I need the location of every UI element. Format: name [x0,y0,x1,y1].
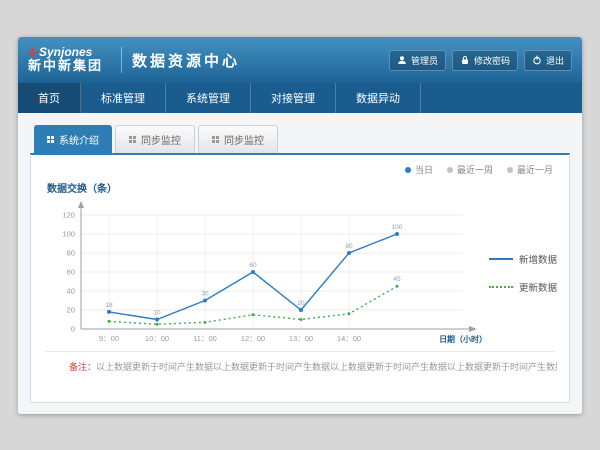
remark-text: 以上数据更新于时间产生数据以上数据更新于时间产生数据以上数据更新于时间产生数据以… [96,362,557,372]
tab-label: 系统介绍 [59,132,99,147]
tab-bar: 系统介绍 同步监控 同步监控 [30,125,570,153]
legend-item-new-data: 新增数据 [489,252,557,266]
filter-last-week[interactable]: 最近一周 [447,163,493,176]
svg-text:日期（小时）: 日期（小时） [439,334,487,344]
tab-sync-monitor-1[interactable]: 同步监控 [115,125,195,153]
logout-button[interactable]: 退出 [524,50,572,71]
svg-text:60: 60 [67,267,75,276]
svg-text:60: 60 [249,262,257,269]
remark-label: 备注： [69,362,96,372]
svg-text:12：00: 12：00 [241,334,265,343]
svg-text:9：00: 9：00 [99,334,119,343]
filter-label: 最近一月 [517,163,553,176]
svg-text:14：00: 14：00 [337,334,361,343]
legend-label: 更新数据 [519,280,557,294]
logo-chinese-text: 新中新集团 [28,59,103,74]
svg-text:20: 20 [67,305,75,314]
svg-text:40: 40 [67,286,75,295]
app-header: Synjones 新中新集团 数据资源中心 管理员 修改密码 [18,37,582,83]
main-nav: 首页 标准管理 系统管理 对接管理 数据异动 [18,83,582,113]
svg-text:45: 45 [393,276,401,283]
y-axis-title: 数据交换（条） [47,180,557,195]
svg-text:13：00: 13：00 [289,334,313,343]
solid-line-sample-icon [489,258,513,260]
app-window: Synjones 新中新集团 数据资源中心 管理员 修改密码 [18,37,582,414]
legend-label: 新增数据 [519,252,557,266]
filter-label: 最近一周 [457,163,493,176]
svg-text:18: 18 [105,302,113,309]
logout-button-label: 退出 [546,54,564,67]
nav-item-home[interactable]: 首页 [18,83,81,113]
logo: Synjones 新中新集团 [28,46,103,75]
filter-last-month[interactable]: 最近一月 [507,163,553,176]
page-title: 数据资源中心 [132,50,240,71]
line-chart: 0 20 40 60 80 100 120 9：00 10：00 11：00 12：00 13：00 1… [43,197,487,349]
filter-today[interactable]: 当日 [405,163,433,176]
svg-text:80: 80 [67,249,75,258]
grid-icon [129,136,136,143]
svg-text:20: 20 [297,300,305,307]
svg-text:120: 120 [62,211,74,220]
change-password-button[interactable]: 修改密码 [452,50,518,71]
remark-line: 备注：以上数据更新于时间产生数据以上数据更新于时间产生数据以上数据更新于时间产生… [43,352,557,373]
dotted-line-sample-icon [489,286,513,288]
grid-icon [47,136,54,143]
series-legend: 新增数据 更新数据 [489,252,557,294]
content-area: 系统介绍 同步监控 同步监控 当日 [18,113,582,414]
logo-english-text: Synjones [39,46,92,60]
logo-english: Synjones [28,46,103,60]
svg-text:10：00: 10：00 [145,334,169,343]
change-password-button-label: 修改密码 [474,54,510,67]
svg-text:30: 30 [201,290,209,297]
admin-button-label: 管理员 [411,54,438,67]
admin-button[interactable]: 管理员 [389,50,446,71]
svg-text:0: 0 [71,324,75,333]
logo-mark-icon [28,48,37,57]
header-divider [121,47,122,73]
user-icon [397,55,407,65]
chart-row: 0 20 40 60 80 100 120 9：00 10：00 11：00 12：00 13：00 1… [43,197,557,349]
radio-dot-icon [405,167,411,173]
svg-text:100: 100 [62,230,74,239]
svg-text:80: 80 [345,243,353,250]
nav-item-data-changes[interactable]: 数据异动 [336,83,421,113]
header-actions: 管理员 修改密码 退出 [389,50,572,71]
svg-text:10: 10 [153,309,161,316]
filter-label: 当日 [415,163,433,176]
nav-item-standard-management[interactable]: 标准管理 [81,83,166,113]
svg-text:11：00: 11：00 [193,334,217,343]
tab-label: 同步监控 [141,132,181,147]
grid-icon [212,136,219,143]
radio-dot-icon [447,167,453,173]
chart-panel: 当日 最近一周 最近一月 数据交换（条） 0 20 40 60 80 100 120 9：00… [30,153,570,403]
time-range-filters: 当日 最近一周 最近一月 [43,161,557,180]
svg-text:100: 100 [392,224,403,231]
power-icon [532,55,542,65]
tab-system-intro[interactable]: 系统介绍 [34,125,112,153]
nav-item-integration-management[interactable]: 对接管理 [251,83,336,113]
tab-label: 同步监控 [224,132,264,147]
legend-item-update-data: 更新数据 [489,280,557,294]
lock-icon [460,55,470,65]
tab-sync-monitor-2[interactable]: 同步监控 [198,125,278,153]
radio-dot-icon [507,167,513,173]
nav-item-system-management[interactable]: 系统管理 [166,83,251,113]
